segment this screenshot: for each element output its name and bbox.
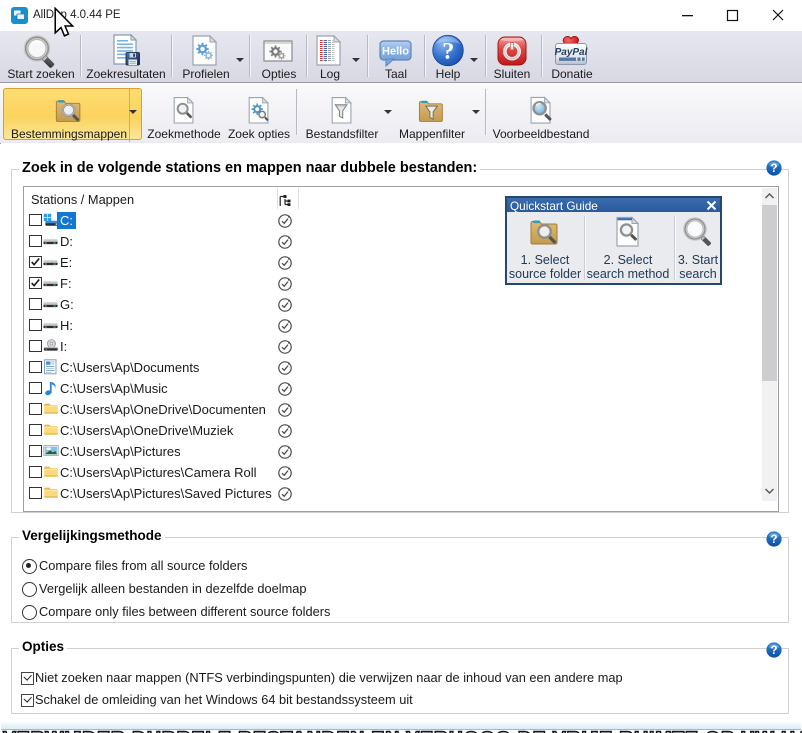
svg-text:Hello: Hello xyxy=(382,46,409,58)
svg-text:?: ? xyxy=(770,534,777,546)
svg-text:?: ? xyxy=(442,39,454,65)
svg-text:PayPal: PayPal xyxy=(555,47,588,58)
svg-text:VERWIJDER DUBBELE BESTANDEN EN: VERWIJDER DUBBELE BESTANDEN EN VERHOOG D… xyxy=(3,728,802,733)
svg-text:?: ? xyxy=(770,645,777,657)
svg-text:?: ? xyxy=(770,163,777,175)
